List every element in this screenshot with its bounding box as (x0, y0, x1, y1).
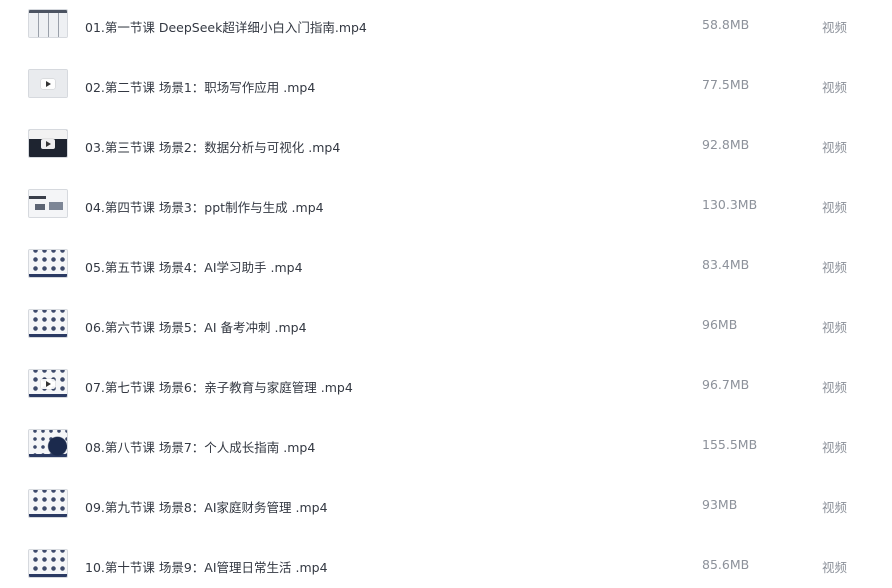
file-type: 视频 (822, 20, 848, 35)
file-type: 视频 (822, 380, 848, 395)
file-name[interactable]: 06.第六节课 场景5：AI 备考冲刺 .mp4 (85, 317, 307, 336)
file-name[interactable]: 01.第一节课 DeepSeek超详细小白入门指南.mp4 (85, 17, 367, 36)
video-thumbnail-icon-grid-icon[interactable] (28, 489, 68, 518)
file-name[interactable]: 10.第十节课 场景9：AI管理日常生活 .mp4 (85, 557, 328, 576)
file-name[interactable]: 03.第三节课 场景2：数据分析与可视化 .mp4 (85, 137, 340, 156)
file-type: 视频 (822, 140, 848, 155)
play-icon (41, 138, 55, 149)
file-size: 155.5MB (702, 437, 758, 452)
file-row-01[interactable]: 01.第一节课 DeepSeek超详细小白入门指南.mp4 58.8MB 视频 (0, 0, 892, 60)
video-thumbnail-icon-grid-play-icon[interactable] (28, 369, 68, 398)
file-list: 01.第一节课 DeepSeek超详细小白入门指南.mp4 58.8MB 视频 … (0, 0, 892, 588)
video-thumbnail-dark-circle-icon[interactable] (28, 429, 68, 458)
file-type: 视频 (822, 440, 848, 455)
file-type: 视频 (822, 500, 848, 515)
play-icon (41, 78, 55, 89)
file-row-08[interactable]: 08.第八节课 场景7：个人成长指南 .mp4 155.5MB 视频 (0, 420, 892, 480)
file-size: 130.3MB (702, 197, 758, 212)
file-size: 77.5MB (702, 77, 750, 92)
file-size: 92.8MB (702, 137, 750, 152)
file-type: 视频 (822, 320, 848, 335)
file-type: 视频 (822, 560, 848, 575)
file-row-06[interactable]: 06.第六节课 场景5：AI 备考冲刺 .mp4 96MB 视频 (0, 300, 892, 360)
file-type: 视频 (822, 260, 848, 275)
file-row-03[interactable]: 03.第三节课 场景2：数据分析与可视化 .mp4 92.8MB 视频 (0, 120, 892, 180)
file-name[interactable]: 07.第七节课 场景6：亲子教育与家庭管理 .mp4 (85, 377, 353, 396)
file-row-05[interactable]: 05.第五节课 场景4：AI学习助手 .mp4 83.4MB 视频 (0, 240, 892, 300)
video-thumbnail-icon-grid-icon[interactable] (28, 309, 68, 338)
video-thumbnail-ppt-slide-icon[interactable] (28, 189, 68, 218)
file-name[interactable]: 08.第八节课 场景7：个人成长指南 .mp4 (85, 437, 315, 456)
file-row-04[interactable]: 04.第四节课 场景3：ppt制作与生成 .mp4 130.3MB 视频 (0, 180, 892, 240)
video-thumbnail-icon-grid-icon[interactable] (28, 549, 68, 578)
video-thumbnail-slide-play-icon[interactable] (28, 69, 68, 98)
file-row-09[interactable]: 09.第九节课 场景8：AI家庭财务管理 .mp4 93MB 视频 (0, 480, 892, 540)
file-row-07[interactable]: 07.第七节课 场景6：亲子教育与家庭管理 .mp4 96.7MB 视频 (0, 360, 892, 420)
file-size: 96MB (702, 317, 738, 332)
file-size: 96.7MB (702, 377, 750, 392)
file-row-10[interactable]: 10.第十节课 场景9：AI管理日常生活 .mp4 85.6MB 视频 (0, 540, 892, 588)
video-thumbnail-dark-slide-play-icon[interactable] (28, 129, 68, 158)
video-thumbnail-table-icon[interactable] (28, 9, 68, 38)
file-type: 视频 (822, 80, 848, 95)
file-name[interactable]: 04.第四节课 场景3：ppt制作与生成 .mp4 (85, 197, 324, 216)
file-name[interactable]: 05.第五节课 场景4：AI学习助手 .mp4 (85, 257, 303, 276)
video-thumbnail-icon-grid-icon[interactable] (28, 249, 68, 278)
file-name[interactable]: 09.第九节课 场景8：AI家庭财务管理 .mp4 (85, 497, 328, 516)
file-size: 93MB (702, 497, 738, 512)
play-icon (41, 378, 55, 389)
file-size: 85.6MB (702, 557, 750, 572)
file-type: 视频 (822, 200, 848, 215)
file-size: 83.4MB (702, 257, 750, 272)
file-name[interactable]: 02.第二节课 场景1：职场写作应用 .mp4 (85, 77, 315, 96)
file-row-02[interactable]: 02.第二节课 场景1：职场写作应用 .mp4 77.5MB 视频 (0, 60, 892, 120)
file-size: 58.8MB (702, 17, 750, 32)
